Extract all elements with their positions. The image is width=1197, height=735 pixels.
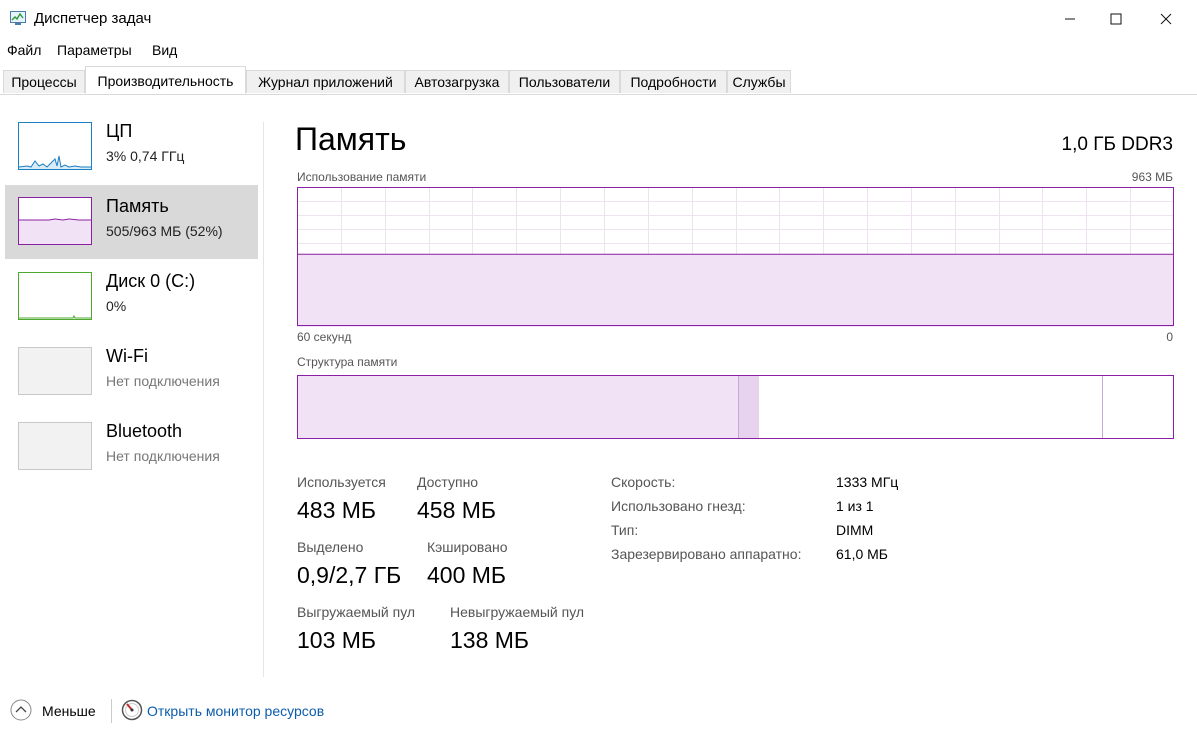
- bottom-bar: Меньше Открыть монитор ресурсов: [0, 690, 1197, 735]
- wifi-thumbnail: [18, 347, 92, 395]
- fewer-details-button[interactable]: Меньше: [42, 703, 96, 719]
- committed-label: Выделено: [297, 539, 364, 555]
- sidebar-item-disk[interactable]: Диск 0 (C:) 0%: [5, 260, 258, 334]
- page-title: Память: [295, 121, 407, 157]
- sidebar-item-label: Память: [106, 196, 169, 216]
- usage-chart-max: 963 МБ: [1131, 170, 1173, 184]
- composition-in-use: [297, 375, 739, 439]
- reserved-value: 61,0 МБ: [836, 546, 888, 562]
- sidebar-item-value: 505/963 МБ (52%): [106, 223, 223, 239]
- form-factor-value: DIMM: [836, 522, 874, 538]
- in-use-label: Используется: [297, 474, 386, 490]
- cached-label: Кэшировано: [427, 539, 508, 555]
- memory-usage-chart: [297, 187, 1174, 327]
- slots-value: 1 из 1: [836, 498, 874, 514]
- bluetooth-thumbnail: [18, 422, 92, 470]
- sidebar-item-memory[interactable]: Память 505/963 МБ (52%): [5, 185, 258, 259]
- time-axis-right: 0: [1166, 330, 1173, 344]
- nonpaged-pool-label: Невыгружаемый пул: [450, 604, 585, 620]
- sidebar-item-value: 0%: [106, 298, 127, 314]
- menu-file[interactable]: Файл: [7, 42, 41, 58]
- available-label: Доступно: [417, 474, 479, 490]
- task-manager-icon: [10, 11, 26, 25]
- maximize-button[interactable]: [1093, 0, 1139, 38]
- tab-performance[interactable]: Производительность: [85, 66, 246, 94]
- cached-value: 400 МБ: [427, 562, 507, 588]
- committed-value: 0,9/2,7 ГБ: [297, 562, 402, 588]
- sidebar-item-wifi[interactable]: Wi-Fi Нет подключения: [5, 335, 258, 409]
- sidebar-item-value: 3% 0,74 ГГц: [106, 148, 185, 164]
- sidebar-item-label: Диск 0 (C:): [106, 271, 196, 291]
- disk-thumbnail: [18, 272, 92, 320]
- minimize-button[interactable]: [1047, 0, 1093, 38]
- sidebar-item-value: Нет подключения: [106, 448, 220, 464]
- composition-modified: [738, 375, 759, 439]
- menu-view[interactable]: Вид: [152, 42, 177, 58]
- paged-pool-label: Выгружаемый пул: [297, 604, 416, 620]
- reserved-label: Зарезервировано аппаратно:: [611, 546, 802, 562]
- tab-users[interactable]: Пользователи: [509, 70, 620, 93]
- memory-type: 1,0 ГБ DDR3: [1061, 134, 1173, 155]
- fewer-details-icon[interactable]: [10, 699, 32, 721]
- composition-label: Структура памяти: [297, 355, 398, 369]
- tab-app-history[interactable]: Журнал приложений: [246, 70, 405, 93]
- close-icon: [1160, 13, 1172, 25]
- footer-divider: [111, 699, 112, 723]
- sidebar-item-bluetooth[interactable]: Bluetooth Нет подключения: [5, 410, 258, 484]
- speed-value: 1333 МГц: [836, 474, 899, 490]
- title-bar: Диспетчер задач: [0, 0, 1197, 38]
- form-factor-label: Тип:: [611, 522, 639, 538]
- cpu-thumbnail: [18, 122, 92, 170]
- tab-startup[interactable]: Автозагрузка: [405, 70, 509, 93]
- usage-chart-label: Использование памяти: [297, 170, 427, 184]
- tab-processes[interactable]: Процессы: [3, 70, 85, 93]
- in-use-value: 483 МБ: [297, 497, 377, 523]
- paged-pool-value: 103 МБ: [297, 627, 377, 653]
- maximize-icon: [1110, 13, 1122, 25]
- slots-label: Использовано гнезд:: [611, 498, 746, 514]
- speed-label: Скорость:: [611, 474, 676, 490]
- sidebar-divider: [263, 122, 264, 677]
- resource-monitor-icon[interactable]: [121, 699, 143, 721]
- menu-options[interactable]: Параметры: [57, 42, 132, 58]
- tab-services[interactable]: Службы: [727, 70, 791, 93]
- sidebar-item-label: ЦП: [106, 121, 133, 141]
- close-button[interactable]: [1143, 0, 1189, 38]
- memory-composition-bar: [297, 375, 1174, 439]
- open-resource-monitor-link[interactable]: Открыть монитор ресурсов: [147, 703, 324, 719]
- memory-thumbnail: [18, 197, 92, 245]
- time-axis-left: 60 секунд: [297, 330, 352, 344]
- sidebar-item-label: Bluetooth: [106, 421, 183, 441]
- tab-details[interactable]: Подробности: [620, 70, 727, 93]
- nonpaged-pool-value: 138 МБ: [450, 627, 530, 653]
- sidebar-item-value: Нет подключения: [106, 373, 220, 389]
- sidebar-item-label: Wi-Fi: [106, 346, 148, 366]
- minimize-icon: [1065, 18, 1075, 20]
- available-value: 458 МБ: [417, 497, 497, 523]
- composition-standby: [758, 375, 1103, 439]
- usage-area: [297, 254, 1173, 327]
- window-title: Диспетчер задач: [34, 10, 152, 27]
- sidebar-item-cpu[interactable]: ЦП 3% 0,74 ГГц: [5, 110, 258, 184]
